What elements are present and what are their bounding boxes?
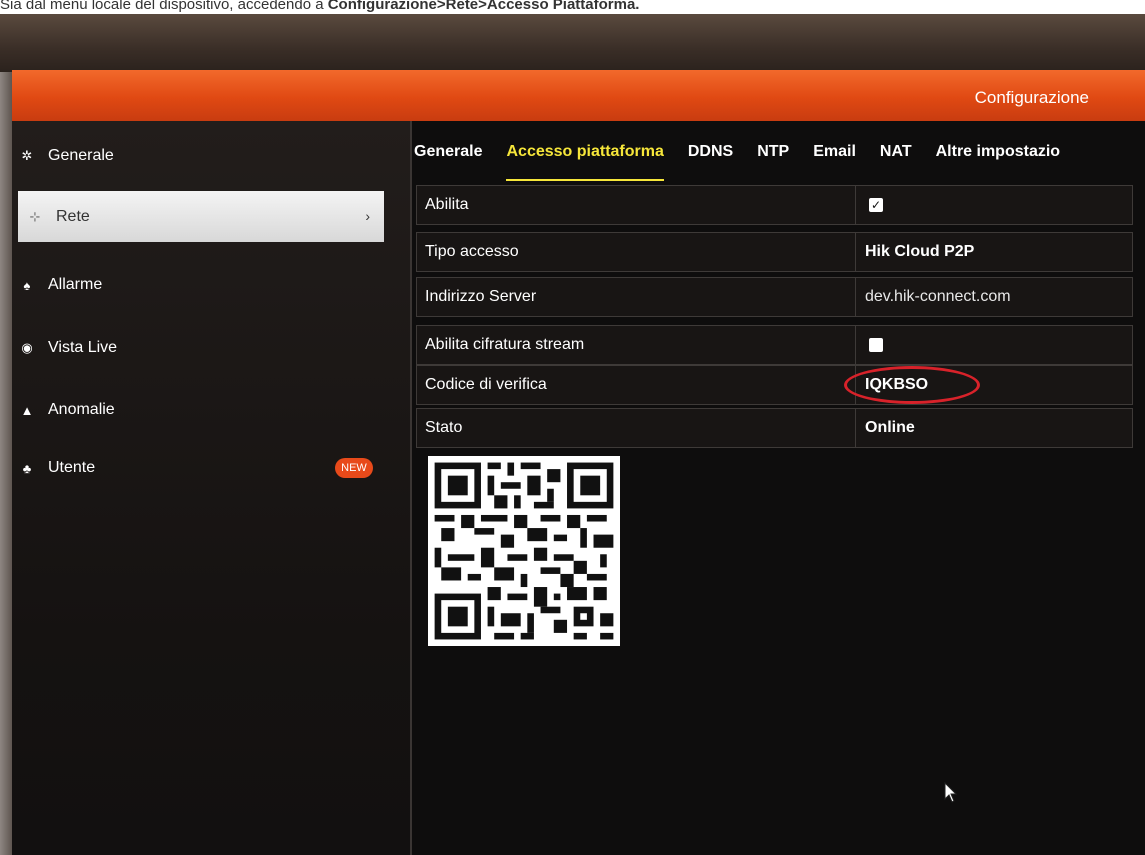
tab-ddns[interactable]: DDNS — [688, 143, 733, 173]
caption-path: Configurazione>Rete>Accesso Piattaforma. — [327, 0, 640, 13]
users-icon: ♣ — [22, 460, 32, 476]
tab-generale[interactable]: Generale — [414, 143, 482, 173]
chevron-right-icon: › — [365, 208, 370, 224]
tab-ntp[interactable]: NTP — [757, 143, 789, 173]
tab-nat[interactable]: NAT — [880, 143, 912, 173]
monitor-bezel-left — [0, 72, 12, 855]
sidebar-item-label: Utente — [48, 459, 96, 476]
qr-code — [428, 456, 620, 646]
form-row-indirizzo-server: Indirizzo Server dev.hik-connect.com — [416, 277, 1133, 317]
tab-email[interactable]: Email — [813, 143, 856, 173]
tipo-accesso-select[interactable]: Hik Cloud P2P — [865, 243, 974, 261]
gear-icon: ✲ — [21, 148, 33, 163]
form-row-abilita: Abilita ✓ — [416, 185, 1133, 225]
network-icon: ⊹ — [29, 208, 41, 224]
monitor-bezel-top — [0, 14, 1145, 72]
sidebar-item-generale[interactable]: ✲ Generale — [20, 141, 360, 171]
sidebar-item-label: Anomalie — [48, 401, 115, 418]
sidebar-item-label: Generale — [48, 147, 114, 164]
mouse-cursor-icon — [944, 782, 958, 803]
caption-text: Sia dal menù locale del dispositivo, acc… — [0, 0, 328, 13]
page-caption: Sia dal menù locale del dispositivo, acc… — [0, 0, 1145, 14]
indirizzo-server-label: Indirizzo Server — [425, 288, 537, 305]
sidebar-item-anomalie[interactable]: ▲ Anomalie — [20, 395, 360, 425]
warning-icon: ▲ — [20, 402, 34, 418]
form-row-stato: Stato Online — [416, 408, 1133, 448]
sidebar-item-label: Allarme — [48, 276, 103, 293]
sidebar-item-label: Vista Live — [48, 339, 118, 356]
indirizzo-server-field[interactable]: dev.hik-connect.com — [865, 288, 1011, 306]
tab-altre-impostazioni[interactable]: Altre impostazio — [936, 143, 1060, 173]
title-bar: Configurazione — [12, 70, 1145, 121]
sidebar-item-rete[interactable]: ⊹ Rete › — [18, 191, 384, 242]
tab-accesso-piattaforma[interactable]: Accesso piattaforma — [506, 143, 665, 181]
cifratura-label: Abilita cifratura stream — [425, 336, 585, 353]
highlight-ring — [844, 366, 980, 404]
form-row-cifratura: Abilita cifratura stream — [416, 325, 1133, 365]
cifratura-checkbox[interactable] — [869, 338, 883, 352]
alarm-icon: ♠ — [23, 277, 31, 293]
sidebar-item-allarme[interactable]: ♠ Allarme — [20, 270, 360, 300]
tipo-accesso-label: Tipo accesso — [425, 243, 519, 260]
sidebar-item-label: Rete — [56, 207, 90, 225]
sidebar-item-vista-live[interactable]: ◉ Vista Live — [20, 333, 360, 363]
stato-label: Stato — [425, 419, 463, 436]
form-row-tipo-accesso: Tipo accesso Hik Cloud P2P — [416, 232, 1133, 272]
qr-code-image — [428, 456, 620, 646]
abilita-checkbox[interactable]: ✓ — [869, 198, 883, 212]
abilita-label: Abilita — [425, 196, 469, 213]
form-row-codice-verifica: Codice di verifica IQKBSO — [416, 365, 1133, 405]
stato-value: Online — [865, 419, 915, 436]
eye-icon: ◉ — [21, 340, 33, 355]
photo-page: Sia dal menù locale del dispositivo, acc… — [0, 0, 1145, 855]
window-title: Configurazione — [974, 88, 1089, 107]
tab-bar: Generale Accesso piattaforma DDNS NTP Em… — [414, 143, 1084, 181]
new-badge: NEW — [335, 458, 373, 478]
sidebar-item-utente[interactable]: ♣ Utente — [20, 453, 360, 483]
codice-verifica-label: Codice di verifica — [425, 376, 547, 393]
